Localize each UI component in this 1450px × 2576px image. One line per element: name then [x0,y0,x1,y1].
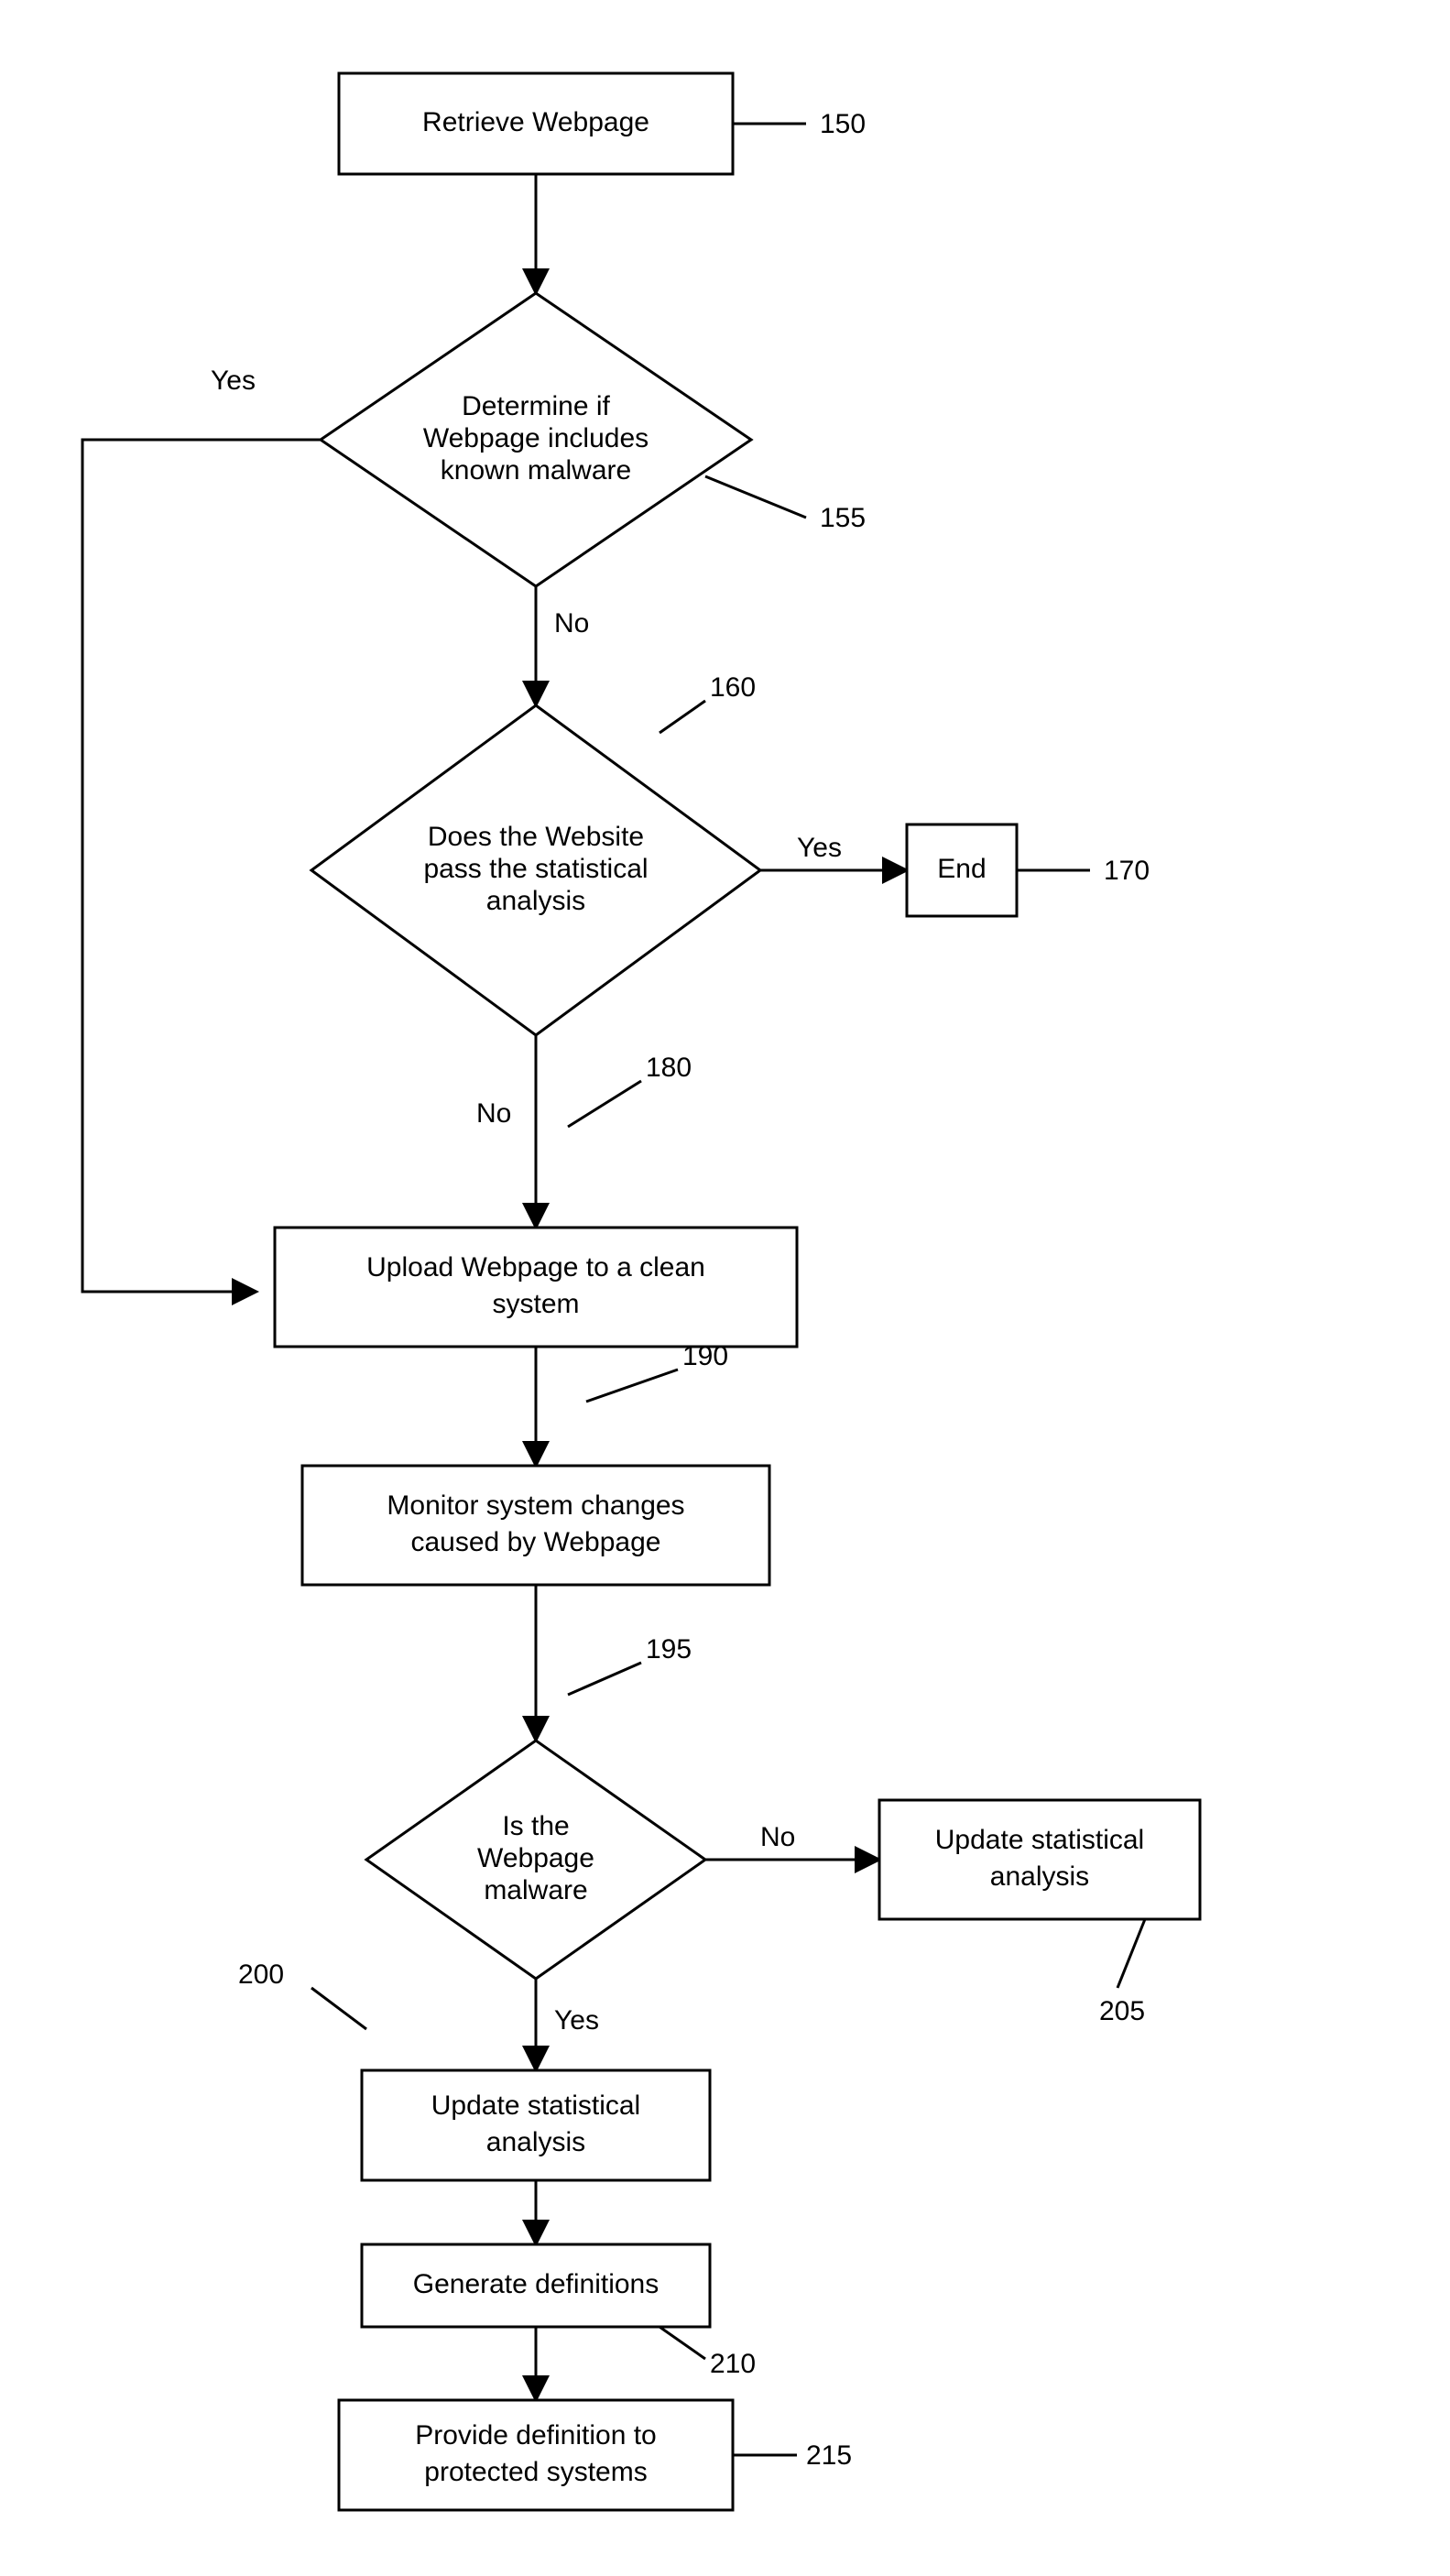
node-retrieve-webpage-text: Retrieve Webpage [422,107,649,137]
node-is-malware-l3: malware [484,1875,587,1905]
ref-180: 180 [646,1053,692,1083]
node-provide-l2: protected systems [424,2457,647,2487]
node-update-205-l2: analysis [990,1861,1089,1892]
node-upload-l1: Upload Webpage to a clean [366,1252,705,1283]
edge-155-yes: Yes [211,366,256,396]
ref-160: 160 [710,672,756,703]
edge-195-no: No [760,1822,795,1852]
ref-155: 155 [820,503,866,533]
node-update-200-l2: analysis [486,2127,585,2157]
node-known-malware-l2: Webpage includes [423,423,649,453]
edge-155-no: No [554,608,589,639]
node-monitor [302,1466,769,1585]
node-stat-analysis-l2: pass the statistical [423,854,648,884]
node-update-200-l1: Update statistical [431,2090,640,2121]
node-provide [339,2400,733,2510]
node-upload [275,1228,797,1347]
ref-210: 210 [710,2349,756,2379]
edge-160-yes: Yes [797,833,842,863]
node-end-text: End [937,854,986,884]
node-update-205-l1: Update statistical [935,1825,1144,1855]
ref-150: 150 [820,109,866,139]
node-upload-l2: system [492,1289,579,1319]
ref-215: 215 [806,2440,852,2471]
ref-170: 170 [1104,856,1150,886]
node-generate-text: Generate definitions [413,2269,660,2299]
node-known-malware-l3: known malware [441,455,631,486]
node-update-205 [879,1800,1200,1919]
node-known-malware-l1: Determine if [462,391,610,421]
node-stat-analysis-l1: Does the Website [428,822,644,852]
node-is-malware-l1: Is the [502,1811,569,1841]
node-update-200 [362,2070,710,2180]
ref-200: 200 [238,1959,284,1990]
flowchart: Retrieve Webpage 150 Determine if Webpag… [0,0,1450,2576]
node-monitor-l2: caused by Webpage [411,1527,661,1557]
node-is-malware-l2: Webpage [477,1843,594,1873]
edge-160-no: No [476,1098,511,1129]
edge-195-yes: Yes [554,2005,599,2036]
node-monitor-l1: Monitor system changes [387,1490,684,1521]
node-provide-l1: Provide definition to [415,2420,657,2450]
ref-205: 205 [1099,1996,1145,2026]
ref-190: 190 [682,1341,728,1371]
ref-195: 195 [646,1634,692,1665]
node-stat-analysis-l3: analysis [486,886,585,916]
